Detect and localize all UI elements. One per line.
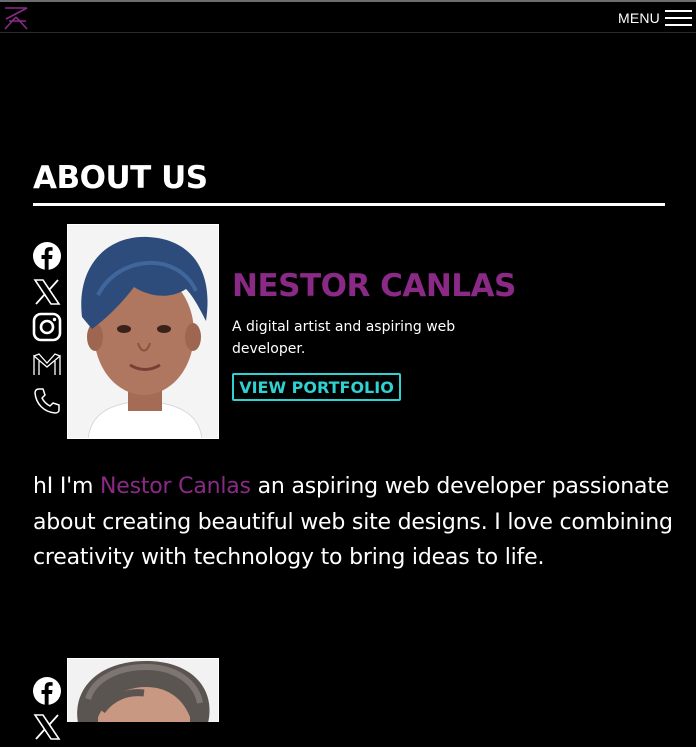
bio-name-highlight: Nestor Canlas xyxy=(100,474,251,499)
member-bio: hI I'm Nestor Canlas an aspiring web dev… xyxy=(33,469,673,576)
brand-logo-icon[interactable] xyxy=(2,5,30,31)
menu-button[interactable]: MENU xyxy=(618,8,692,28)
phone-icon[interactable] xyxy=(31,385,63,417)
page-title: ABOUT US xyxy=(33,160,208,196)
instagram-icon[interactable] xyxy=(31,311,63,343)
title-divider xyxy=(33,203,665,206)
facebook-icon[interactable] xyxy=(31,239,63,271)
navbar: MENU xyxy=(0,2,696,33)
bio-intro: hI I'm xyxy=(33,474,100,499)
view-portfolio-button[interactable]: VIEW PORTFOLIO xyxy=(232,373,401,401)
menu-label: MENU xyxy=(617,10,660,26)
x-icon[interactable] xyxy=(31,711,63,743)
hamburger-icon xyxy=(665,10,692,26)
member-photo xyxy=(67,658,219,722)
member-photo xyxy=(67,224,219,439)
member-name: NESTOR CANLAS xyxy=(232,268,516,304)
x-icon[interactable] xyxy=(31,276,63,308)
gmail-icon[interactable] xyxy=(31,349,63,381)
member-role: A digital artist and aspiring web develo… xyxy=(232,319,456,357)
facebook-icon[interactable] xyxy=(31,674,63,706)
